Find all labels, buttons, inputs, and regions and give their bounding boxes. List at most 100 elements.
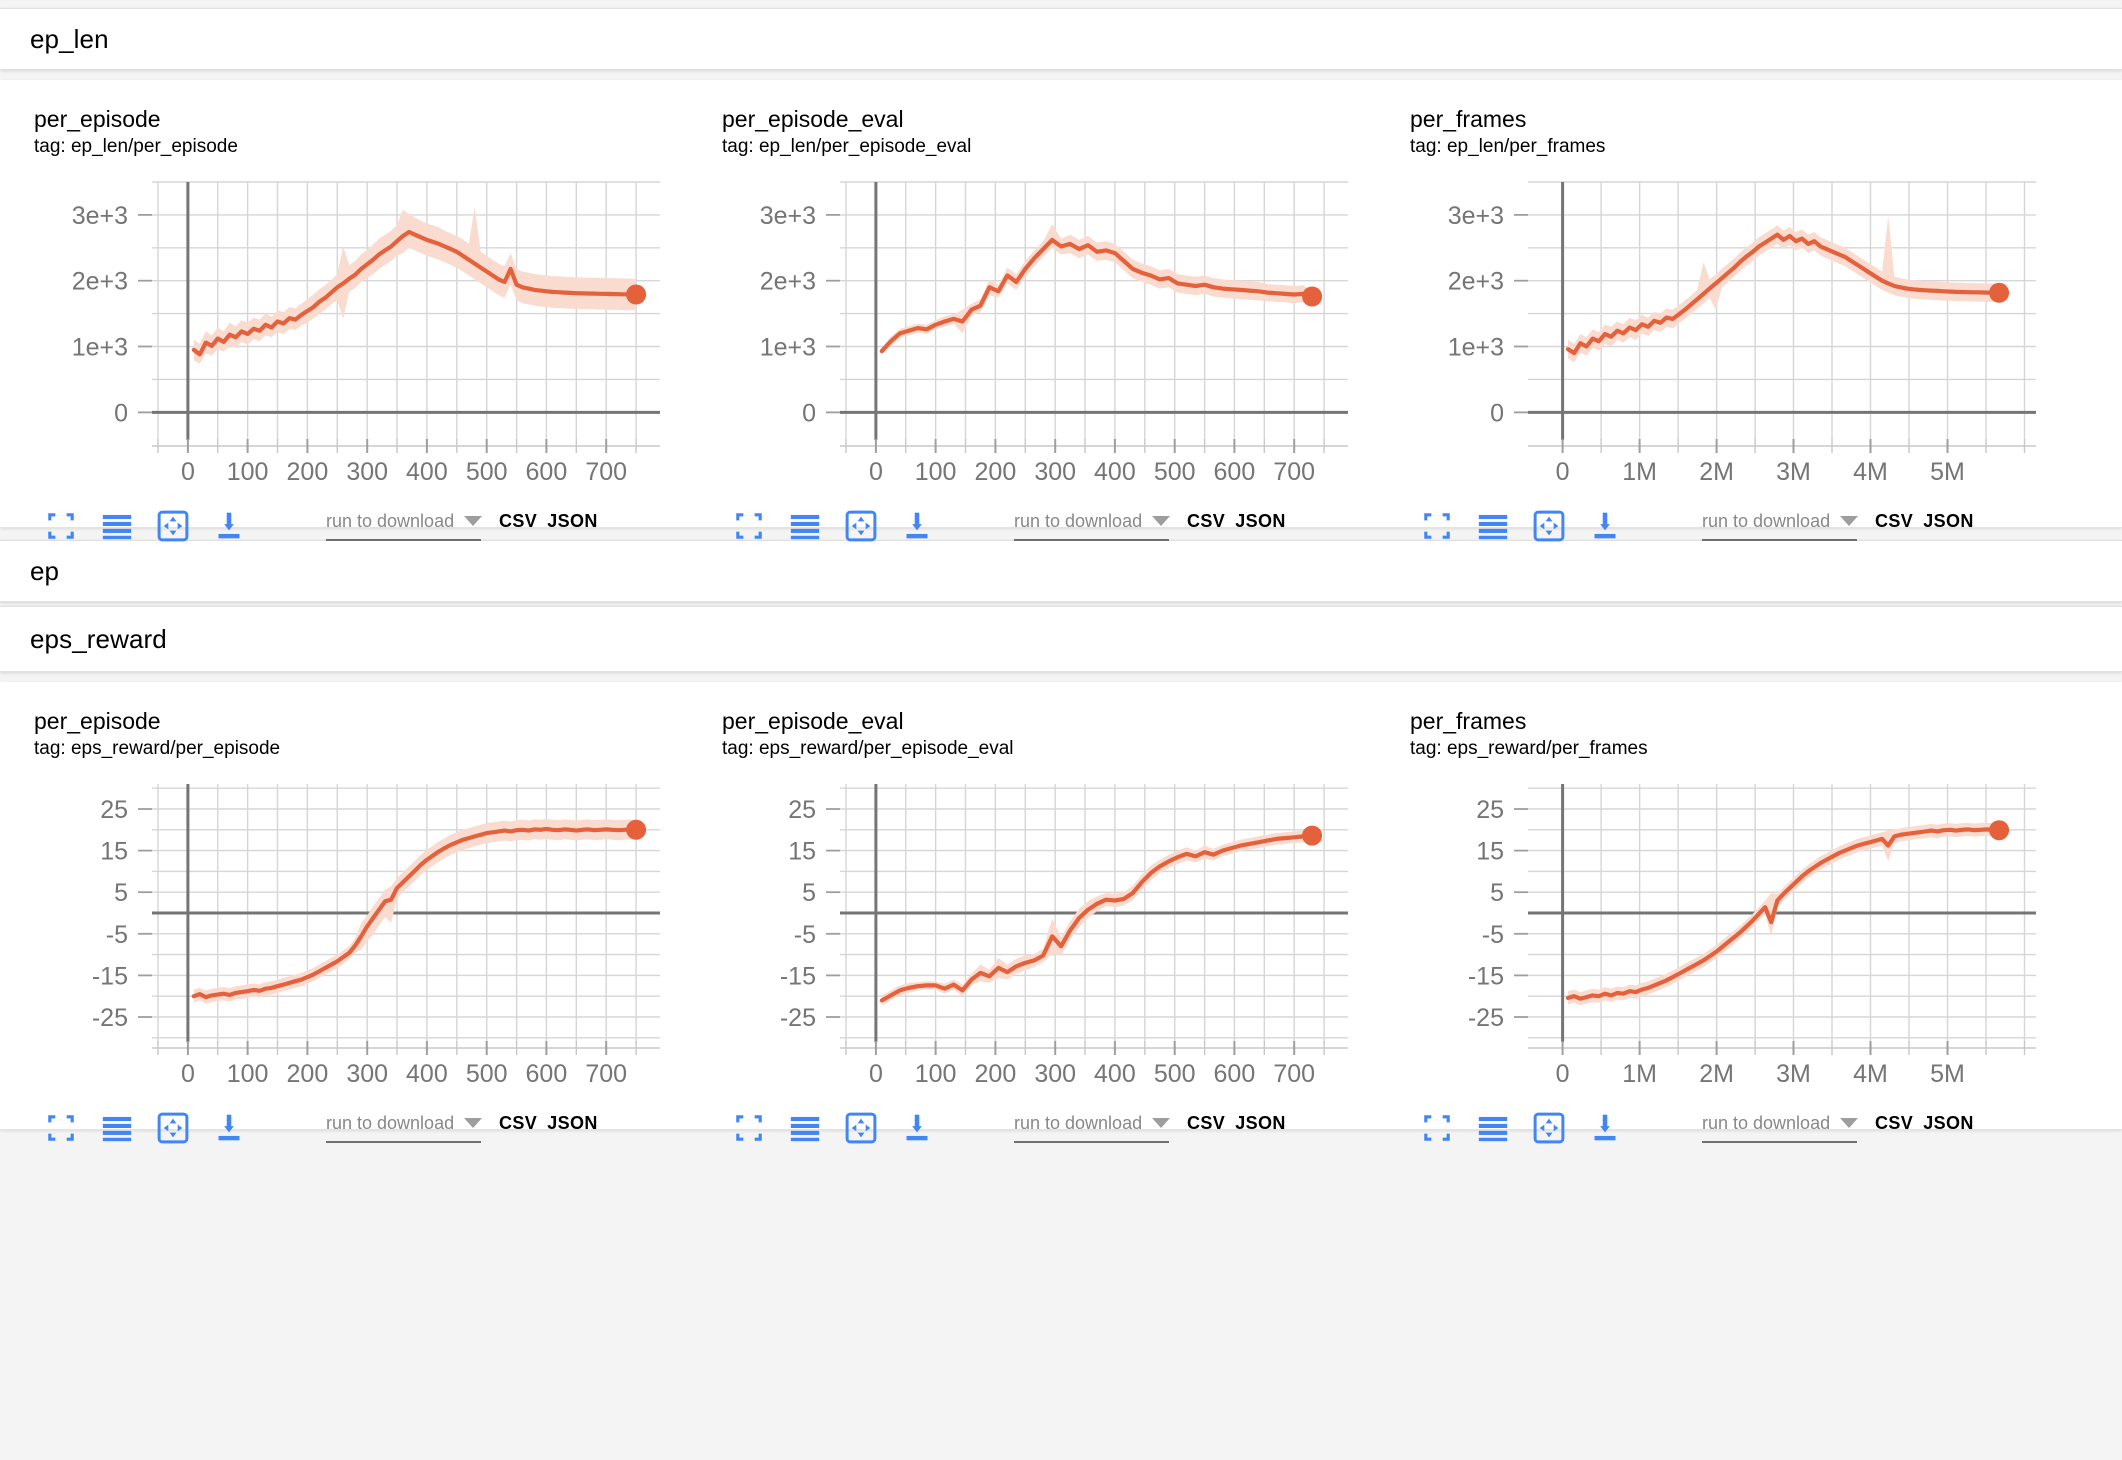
download-json-link[interactable]: JSON (1923, 1113, 1974, 1134)
chart-toolbar: run to download CSV JSON (1376, 1100, 2064, 1156)
data-table-icon[interactable] (788, 509, 822, 543)
chart-card-ep_len-per_frames: per_frames tag: ep_len/per_frames 0 1e+3 2… (1376, 80, 2064, 542)
section-header-eps_reward[interactable]: eps_reward (0, 606, 2122, 672)
run-to-download-select[interactable]: run to download (326, 1113, 483, 1143)
download-csv-link[interactable]: CSV (499, 1113, 537, 1134)
svg-text:0: 0 (1556, 458, 1570, 486)
run-to-download-select[interactable]: run to download (1702, 1113, 1859, 1143)
fullscreen-icon[interactable] (1420, 509, 1454, 543)
download-group: run to download CSV JSON (1014, 511, 1286, 541)
pan-icon[interactable] (1532, 1111, 1566, 1145)
plot-area[interactable]: 0 1e+3 2e+3 3e+3 0 100 200 300 400 500 600 700 (688, 168, 1376, 498)
svg-text:700: 700 (1273, 1060, 1315, 1088)
data-table-icon[interactable] (100, 509, 134, 543)
section-title: ep_len (30, 23, 109, 54)
download-json-link[interactable]: JSON (547, 1113, 598, 1134)
run-to-download-select[interactable]: run to download (1702, 511, 1859, 541)
svg-text:600: 600 (1214, 1060, 1256, 1088)
plot-area[interactable]: -25 -15 -5 5 15 25 0 100 200 300 400 500 600 700 (0, 770, 688, 1100)
download-icon[interactable] (212, 1111, 246, 1145)
chart-title: per_episode (34, 106, 161, 132)
download-icon[interactable] (212, 509, 246, 543)
fullscreen-icon[interactable] (44, 1111, 78, 1145)
svg-text:300: 300 (346, 458, 388, 486)
chart-tag: tag: ep_len/per_frames (1410, 136, 1606, 157)
download-json-link[interactable]: JSON (547, 511, 598, 532)
svg-text:-25: -25 (780, 1004, 816, 1032)
download-group: run to download CSV JSON (1014, 1113, 1286, 1143)
download-json-link[interactable]: JSON (1235, 511, 1286, 532)
run-to-download-select[interactable]: run to download (1014, 511, 1171, 541)
svg-text:500: 500 (1154, 458, 1196, 486)
plot-area[interactable]: -25 -15 -5 5 15 25 0 100 200 300 400 500 600 700 (688, 770, 1376, 1100)
section-header-ep_len[interactable]: ep_len (0, 8, 2122, 70)
run-to-download-label: run to download (1014, 1113, 1143, 1133)
fullscreen-icon[interactable] (732, 509, 766, 543)
chart-title: per_frames (1410, 708, 1527, 734)
section-title: eps_reward (30, 623, 167, 654)
download-csv-link[interactable]: CSV (1875, 511, 1913, 532)
plot-area[interactable]: -25 -15 -5 5 15 25 0 1M 2M 3M 4M 5M (1376, 770, 2064, 1100)
download-icon[interactable] (1588, 1111, 1622, 1145)
chevron-down-icon (1840, 1117, 1859, 1128)
svg-text:3M: 3M (1776, 458, 1811, 486)
data-table-icon[interactable] (1476, 509, 1510, 543)
download-json-link[interactable]: JSON (1235, 1113, 1286, 1134)
download-csv-link[interactable]: CSV (499, 511, 537, 532)
svg-text:-5: -5 (106, 921, 128, 949)
download-csv-link[interactable]: CSV (1187, 1113, 1225, 1134)
section-title: ep (30, 555, 60, 586)
data-table-icon[interactable] (100, 1111, 134, 1145)
svg-text:0: 0 (869, 458, 883, 486)
svg-text:-25: -25 (1468, 1004, 1504, 1032)
run-to-download-select[interactable]: run to download (326, 511, 483, 541)
fullscreen-icon[interactable] (1420, 1111, 1454, 1145)
download-csv-link[interactable]: CSV (1187, 511, 1225, 532)
svg-text:400: 400 (1094, 1060, 1136, 1088)
data-table-icon[interactable] (1476, 1111, 1510, 1145)
svg-text:100: 100 (915, 458, 957, 486)
chart-card-eps_reward-per_episode: per_episode tag: eps_reward/per_episode … (0, 682, 688, 1144)
run-to-download-label: run to download (1014, 511, 1143, 531)
fullscreen-icon[interactable] (44, 509, 78, 543)
svg-text:0: 0 (869, 1060, 883, 1088)
plot-area[interactable]: 0 1e+3 2e+3 3e+3 0 100 200 300 400 500 600 700 (0, 168, 688, 498)
svg-text:400: 400 (406, 1060, 448, 1088)
chevron-down-icon (1152, 1117, 1171, 1128)
pan-icon[interactable] (844, 1111, 878, 1145)
download-icon[interactable] (1588, 509, 1622, 543)
svg-text:200: 200 (975, 458, 1017, 486)
chart-title: per_frames (1410, 106, 1527, 132)
data-table-icon[interactable] (788, 1111, 822, 1145)
download-icon[interactable] (900, 509, 934, 543)
chart-toolbar: run to download CSV JSON (688, 498, 1376, 554)
svg-text:25: 25 (788, 796, 816, 824)
run-to-download-select[interactable]: run to download (1014, 1113, 1171, 1143)
pan-icon[interactable] (156, 1111, 190, 1145)
pan-icon[interactable] (844, 509, 878, 543)
svg-text:500: 500 (466, 1060, 508, 1088)
svg-text:5M: 5M (1930, 1060, 1965, 1088)
download-csv-link[interactable]: CSV (1875, 1113, 1913, 1134)
download-json-link[interactable]: JSON (1923, 511, 1974, 532)
svg-text:600: 600 (526, 458, 568, 486)
chart-title: per_episode (34, 708, 161, 734)
chart-toolbar: run to download CSV JSON (0, 498, 688, 554)
svg-text:400: 400 (1094, 458, 1136, 486)
svg-text:200: 200 (287, 1060, 329, 1088)
fullscreen-icon[interactable] (732, 1111, 766, 1145)
download-group: run to download CSV JSON (326, 511, 598, 541)
svg-text:0: 0 (1556, 1060, 1570, 1088)
svg-text:3M: 3M (1776, 1060, 1811, 1088)
svg-text:700: 700 (585, 458, 627, 486)
svg-text:2M: 2M (1699, 1060, 1734, 1088)
pan-icon[interactable] (1532, 509, 1566, 543)
pan-icon[interactable] (156, 509, 190, 543)
download-icon[interactable] (900, 1111, 934, 1145)
download-group: run to download CSV JSON (1702, 511, 1974, 541)
chart-card-eps_reward-per_episode_eval: per_episode_eval tag: eps_reward/per_epi… (688, 682, 1376, 1144)
plot-area[interactable]: 0 1e+3 2e+3 3e+3 0 1M 2M 3M 4M 5M (1376, 168, 2064, 498)
chart-row-eps_reward: per_episode tag: eps_reward/per_episode … (0, 682, 2122, 1144)
chart-tag: tag: ep_len/per_episode_eval (722, 136, 972, 157)
download-links: CSV JSON (1875, 511, 1974, 541)
